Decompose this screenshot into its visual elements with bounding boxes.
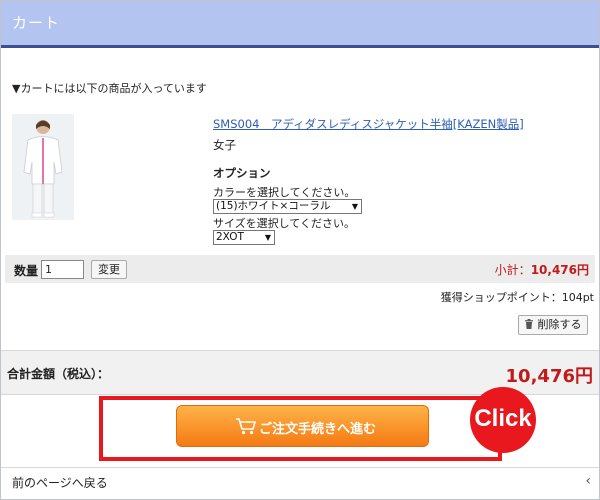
total-value: 10,476円 <box>505 366 593 387</box>
page-title: カート <box>12 14 61 32</box>
delete-label: 削除する <box>537 318 582 331</box>
color-select[interactable]: (15)ホワイト×コーラル ▼ <box>213 199 362 214</box>
options-heading: オプション <box>213 166 271 180</box>
subtotal-value: 10,476円 <box>530 263 589 277</box>
product-image[interactable] <box>12 114 74 220</box>
chevron-down-icon: ▼ <box>351 202 358 211</box>
product-name-link[interactable]: SMS004 アディダスレディスジャケット半袖[KAZEN製品] <box>213 116 524 132</box>
cart-icon <box>236 418 256 435</box>
quantity-label: 数量 <box>14 264 39 278</box>
click-callout-badge: Click <box>470 387 536 453</box>
cart-intro-text: ▼カートには以下の商品が入っています <box>12 82 207 95</box>
shop-points: 獲得ショップポイント：104pt <box>440 291 594 304</box>
product-gender: 女子 <box>213 138 236 152</box>
header-divider <box>1 45 599 48</box>
size-select[interactable]: 2XOT ▼ <box>213 230 275 245</box>
delete-item-button[interactable]: 削除する <box>518 315 588 335</box>
back-to-previous-page-link[interactable]: 前のページへ戻る <box>12 474 108 491</box>
quantity-input[interactable]: 1 <box>41 260 84 279</box>
size-select-label: サイズを選択してください。 <box>213 217 356 230</box>
cart-header: カート <box>1 1 599 45</box>
color-select-value: (15)ホワイト×コーラル <box>216 200 331 212</box>
subtotal-label: 小計： <box>494 263 531 277</box>
checkout-button[interactable]: ご注文手続きへ進む <box>176 405 429 447</box>
total-label: 合計金額（税込）： <box>7 367 110 381</box>
checkout-label: ご注文手続きへ進む <box>259 422 377 437</box>
color-select-label: カラーを選択してください。 <box>213 186 356 199</box>
chevron-down-icon: ▼ <box>264 233 271 242</box>
chevron-left-icon[interactable]: ‹ <box>585 473 591 489</box>
footer-nav: 前のページへ戻る ‹ <box>1 467 599 499</box>
quantity-bar: 数量 1 変更 小計：10,476円 <box>5 255 595 283</box>
change-quantity-button[interactable]: 変更 <box>91 260 127 279</box>
subtotal: 小計：10,476円 <box>495 261 589 278</box>
trash-icon <box>525 319 533 329</box>
product-photo-icon <box>12 114 74 220</box>
size-select-value: 2XOT <box>216 231 244 243</box>
